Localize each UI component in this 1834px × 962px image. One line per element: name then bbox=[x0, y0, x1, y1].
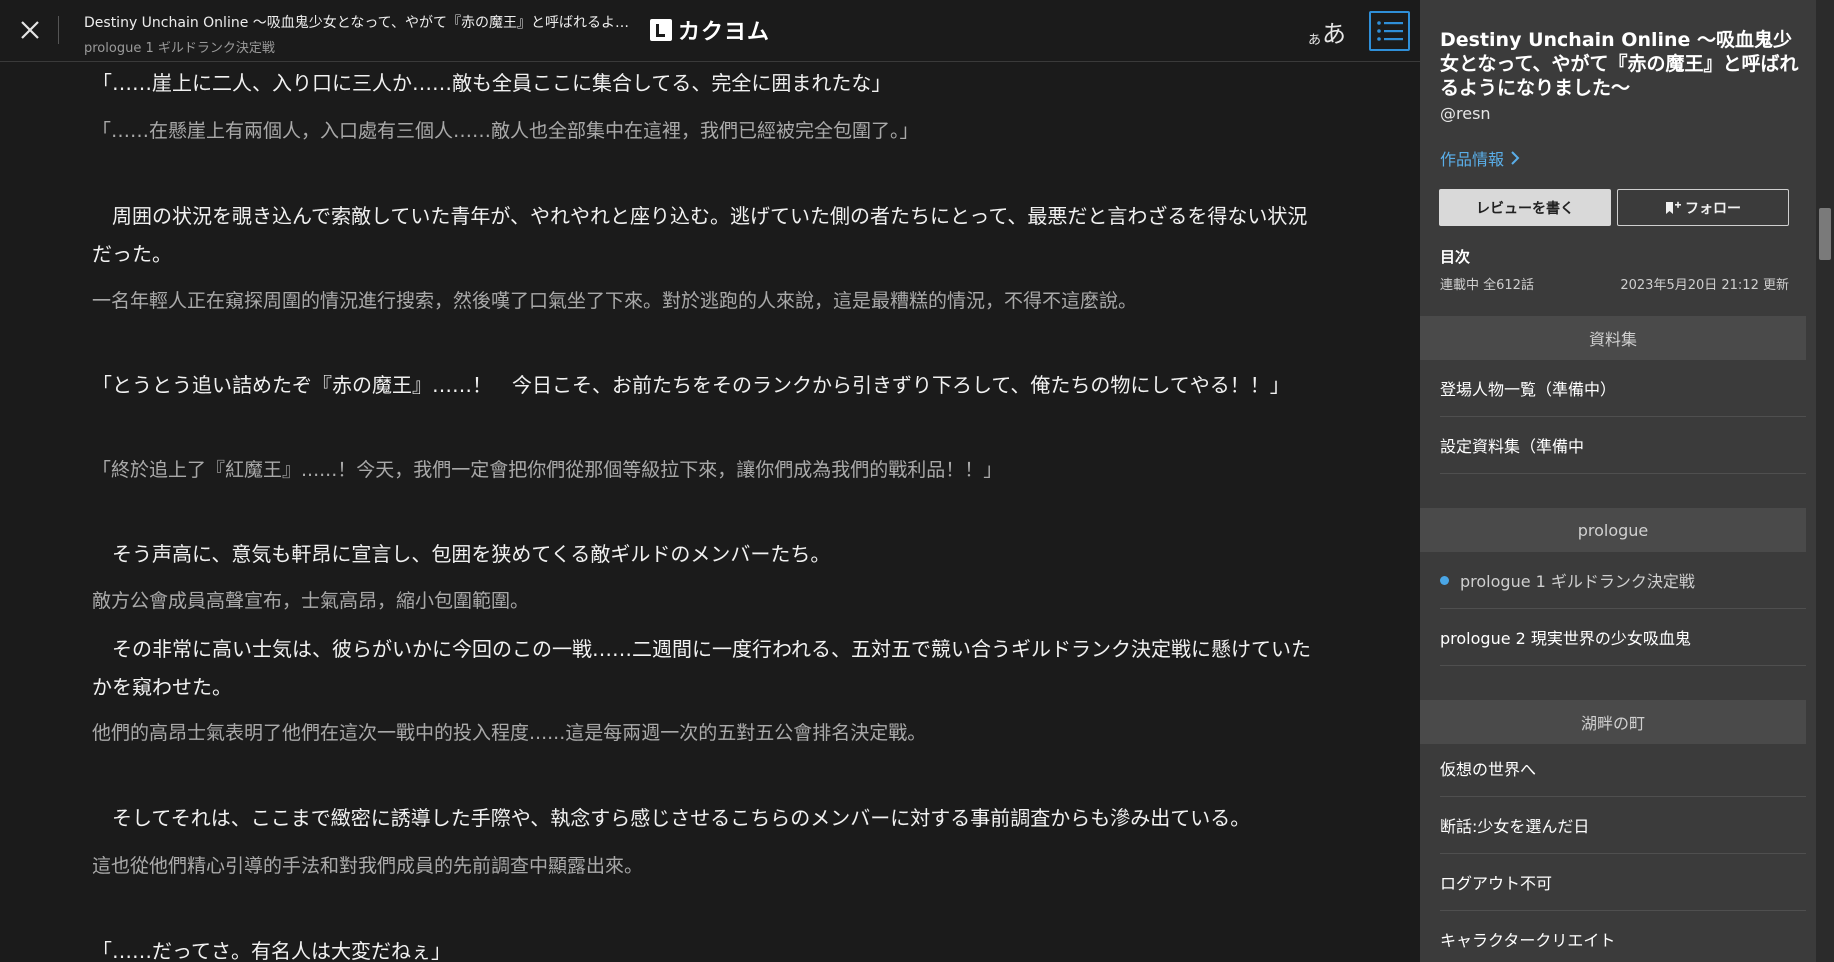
toc-episode-link-current[interactable]: prologue 1 ギルドランク決定戦 bbox=[1440, 552, 1806, 609]
paragraph: その非常に高い士気は、彼らがいかに今回のこの一戦……二週間に一度行われる、五対五… bbox=[92, 637, 1311, 699]
work-info-label: 作品情報 bbox=[1440, 150, 1505, 169]
episode-title: prologue 1 ギルドランク決定戦 bbox=[84, 41, 275, 56]
serial-status: 連載中 全612話 bbox=[1440, 278, 1534, 293]
author-name[interactable]: @resn bbox=[1440, 104, 1491, 123]
toc-episode-link[interactable]: 仮想の世界へ bbox=[1440, 740, 1806, 797]
translation-line: 「……在懸崖上有兩個人，入口處有三個人……敵人也全部集中在這裡，我們已經被完全包… bbox=[92, 120, 919, 142]
updated-date: 2023年5月20日 21:12 更新 bbox=[1620, 278, 1789, 293]
translation-line: 一名年輕人正在窺探周圍的情況進行搜索，然後嘆了口氣坐了下來。對於逃跑的人來說，這… bbox=[92, 290, 1138, 312]
episode-link-label: prologue 1 ギルドランク決定戦 bbox=[1460, 572, 1695, 591]
paragraph: 「……だってさ。有名人は大変だねぇ」 bbox=[92, 939, 451, 962]
toc-list-icon bbox=[1376, 21, 1403, 41]
chevron-right-icon bbox=[1511, 151, 1520, 165]
episode-link-label: ログアウト不可 bbox=[1440, 874, 1553, 893]
toc-episode-link[interactable]: 断話:少女を選んだ日 bbox=[1440, 797, 1806, 854]
work-info-link[interactable]: 作品情報 bbox=[1440, 146, 1520, 170]
toc-heading: 目次 bbox=[1440, 248, 1471, 266]
logo-mark-icon bbox=[650, 19, 672, 41]
toc-sidebar: Destiny Unchain Online 〜吸血鬼少女となって、やがて『赤の… bbox=[1420, 0, 1816, 962]
toc-section-header: 資料集 bbox=[1420, 316, 1806, 360]
paragraph: 周囲の状況を覗き込んで索敵していた青年が、やれやれと座り込む。逃げていた側の者た… bbox=[92, 204, 1308, 266]
toc-section-header: 湖畔の町 bbox=[1420, 700, 1806, 744]
episode-link-label: prologue 2 現実世界の少女吸血鬼 bbox=[1440, 629, 1691, 648]
page-scrollbar[interactable] bbox=[1816, 0, 1834, 962]
current-dot-icon bbox=[1440, 575, 1449, 585]
translation-line: 他們的高昂士氣表明了他們在這次一戰中的投入程度......這是每兩週一次的五對五… bbox=[92, 722, 927, 744]
translation-line: 這也從他們精心引導的手法和對我們成員的先前調查中顯露出來。 bbox=[92, 855, 644, 877]
episode-link-label: 断話:少女を選んだ日 bbox=[1440, 817, 1590, 836]
scrollbar-thumb[interactable] bbox=[1819, 208, 1831, 260]
logo-text: カクヨム bbox=[678, 20, 771, 45]
header-titles: Destiny Unchain Online 〜吸血鬼少女となって、やがて『赤の… bbox=[84, 12, 634, 56]
episode-link-label: キャラクタークリエイト bbox=[1440, 931, 1616, 950]
toc-episode-link[interactable]: 登場人物一覧（準備中） bbox=[1440, 360, 1806, 417]
paragraph: そう声高に、意気も軒昂に宣言し、包囲を狭めてくる敵ギルドのメンバーたち。 bbox=[92, 542, 831, 566]
font-size-button[interactable]: あ あ bbox=[1308, 12, 1346, 48]
kakuyomu-logo[interactable]: カクヨム bbox=[650, 16, 771, 45]
episode-link-label: 登場人物一覧（準備中） bbox=[1440, 380, 1617, 399]
toc-episode-link[interactable]: 設定資料集（準備中 bbox=[1440, 417, 1806, 474]
font-big-glyph: あ bbox=[1322, 20, 1347, 48]
episode-link-label: 仮想の世界へ bbox=[1440, 760, 1537, 779]
toc-section-header: prologue bbox=[1420, 508, 1806, 552]
toc-episode-link[interactable]: ログアウト不可 bbox=[1440, 854, 1806, 911]
episode-link-label: 設定資料集（準備中 bbox=[1440, 437, 1585, 456]
close-icon[interactable] bbox=[19, 19, 41, 41]
header-divider bbox=[58, 16, 59, 44]
translation-line: 「終於追上了『紅魔王』......！今天，我們一定會把你們從那個等級拉下來，讓你… bbox=[92, 459, 1003, 481]
close-button[interactable] bbox=[14, 14, 46, 46]
toc-toggle-button[interactable] bbox=[1369, 11, 1410, 51]
follow-label: フォロー bbox=[1685, 200, 1741, 217]
sidebar-work-title[interactable]: Destiny Unchain Online 〜吸血鬼少女となって、やがて『赤の… bbox=[1440, 28, 1800, 100]
paragraph: 「とうとう追い詰めたぞ『赤の魔王』……！ 今日こそ、お前たちをそのランクから引き… bbox=[92, 373, 1290, 397]
paragraph: 「……崖上に二人、入り口に三人か……敵も全員ここに集合してる、完全に囲まれたな」 bbox=[92, 71, 892, 95]
follow-button[interactable]: フォロー bbox=[1617, 189, 1789, 226]
write-review-button[interactable]: レビューを書く bbox=[1439, 189, 1611, 226]
toc-episode-link[interactable]: prologue 2 現実世界の少女吸血鬼 bbox=[1440, 609, 1806, 666]
bookmark-plus-icon bbox=[1666, 201, 1681, 214]
font-small-glyph: あ bbox=[1308, 33, 1322, 48]
episode-body[interactable]: 「……崖上に二人、入り口に三人か……敵も全員ここに集合してる、完全に囲まれたな」… bbox=[0, 62, 1420, 962]
paragraph: そしてそれは、ここまで緻密に誘導した手際や、執念すら感じさせるこちらのメンバーに… bbox=[92, 806, 1251, 830]
reader-header: Destiny Unchain Online 〜吸血鬼少女となって、やがて『赤の… bbox=[0, 0, 1420, 62]
work-title[interactable]: Destiny Unchain Online 〜吸血鬼少女となって、やがて『赤の… bbox=[84, 12, 634, 32]
toc-episode-link[interactable]: キャラクタークリエイト bbox=[1440, 911, 1806, 962]
translation-line: 敵方公會成員高聲宣布，士氣高昂，縮小包圍範圍。 bbox=[92, 590, 530, 612]
